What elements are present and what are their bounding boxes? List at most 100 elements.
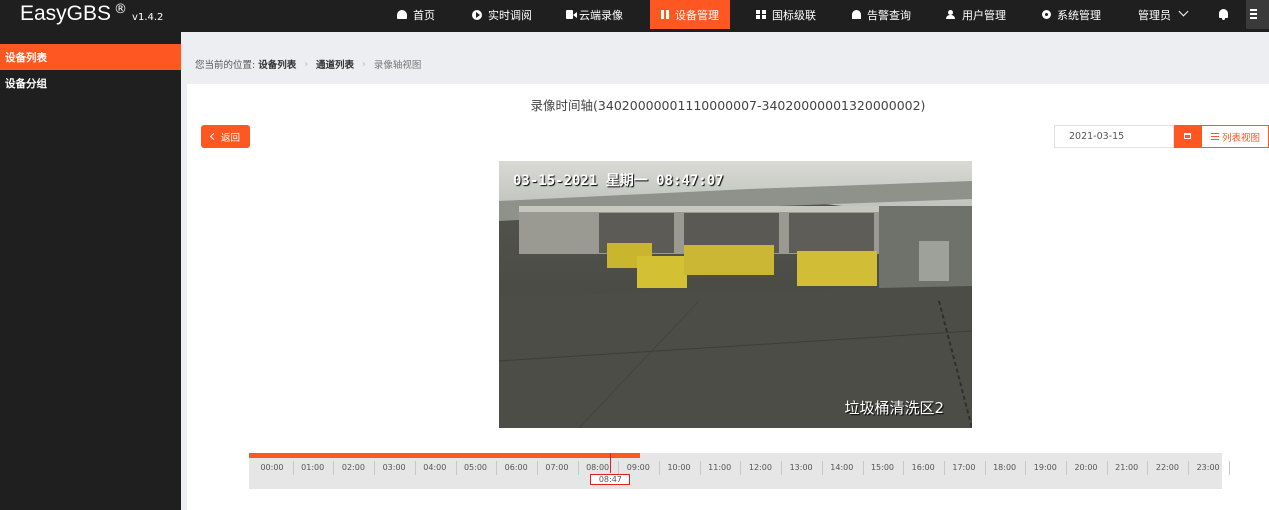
timeline-hour-tick [699, 461, 701, 475]
timeline-hour-tick [536, 461, 538, 475]
timeline-recorded-segment [249, 453, 640, 458]
timeline-hour-tick [374, 461, 376, 475]
timeline-hour-label: 02:00 [341, 463, 365, 472]
timeline-hour-tick [1106, 461, 1108, 475]
brand-logo[interactable]: EasyGBS ® v1.4.2 [20, 0, 163, 30]
timeline-hour-label: 20:00 [1074, 463, 1098, 472]
calendar-button[interactable] [1174, 125, 1201, 148]
timeline-hour-label: 01:00 [301, 463, 325, 472]
timeline-hour-tick [1025, 461, 1027, 475]
device-icon [661, 10, 669, 19]
back-button[interactable]: 返回 [201, 125, 250, 148]
timeline-hour-tick [1188, 461, 1190, 475]
timeline-hour-tick [333, 461, 335, 475]
breadcrumb-device-list[interactable]: 设备列表 [258, 57, 296, 71]
timeline-hour-tick [496, 461, 498, 475]
video-camera-icon [566, 10, 577, 19]
nav-alarm-query[interactable]: 告警查询 [852, 0, 911, 29]
date-input-value: 2021-03-15 [1069, 131, 1125, 142]
timeline-hour-label: 15:00 [870, 463, 895, 472]
timeline-playhead[interactable] [610, 453, 612, 473]
nav-gb-cascade-label: 国标级联 [772, 8, 816, 22]
breadcrumb-prefix: 您当前的位置: [195, 60, 256, 71]
alarm-icon [852, 10, 861, 19]
nav-user-management-label: 用户管理 [962, 8, 1006, 22]
timeline-hour-label: 22:00 [1155, 463, 1179, 472]
timeline-hour-tick [821, 461, 823, 475]
timeline-hour-tick [455, 461, 457, 475]
timeline-hour-label: 16:00 [911, 463, 935, 472]
nav-home-label: 首页 [413, 8, 435, 22]
cascade-icon [756, 10, 766, 19]
breadcrumb-channel-list[interactable]: 通道列表 [316, 57, 354, 71]
timeline-hour-tick [943, 461, 945, 475]
home-icon [397, 10, 407, 19]
top-navbar: EasyGBS ® v1.4.2 首页 实时调阅 云端录像 设备管理 国标级联 … [0, 0, 1269, 32]
brand-name: EasyGBS [20, 2, 112, 25]
sidebar-item-device-list[interactable]: 设备列表 [0, 44, 181, 70]
list-view-button[interactable]: 列表视图 [1201, 125, 1269, 148]
menu-toggle-button[interactable] [1246, 0, 1269, 29]
osd-location: 垃圾桶清洗区2 [844, 399, 944, 417]
breadcrumb-current: 录像轴视图 [373, 60, 422, 71]
timeline-hour-tick [903, 461, 905, 475]
nav-cloud-recording-label: 云端录像 [579, 8, 623, 22]
back-button-label: 返回 [220, 132, 240, 144]
timeline-hour-label: 06:00 [504, 463, 528, 472]
timeline-hour-tick [577, 461, 579, 475]
timeline[interactable]: 00:00 01:00 02:00 03:00 04:00 05:00 06:00 07:00… [249, 453, 1230, 489]
sidebar-item-label: 设备列表 [5, 51, 47, 64]
timeline-hour-tick [414, 461, 416, 475]
timeline-hour-label: 09:00 [626, 463, 650, 472]
list-icon [1211, 133, 1219, 140]
breadcrumb-separator: › [304, 58, 309, 70]
timeline-hour-label: 18:00 [993, 463, 1017, 472]
timeline-hour-label: 07:00 [545, 463, 569, 472]
play-circle-icon [472, 9, 482, 20]
timeline-hour-label: 13:00 [789, 463, 813, 472]
timeline-hour-tick [618, 461, 620, 475]
gear-icon [1042, 10, 1051, 19]
sidebar: 设备列表 设备分组 [0, 32, 181, 510]
timeline-hour-label: 14:00 [830, 463, 854, 472]
timeline-hour-label: 17:00 [952, 463, 976, 472]
timeline-hour-tick [781, 461, 783, 475]
timeline-hour-label: 11:00 [708, 463, 732, 472]
timeline-hour-tick [984, 461, 986, 475]
video-frame [499, 161, 972, 428]
sidebar-item-label: 设备分组 [5, 77, 47, 90]
nav-user-management[interactable]: 用户管理 [946, 0, 1006, 29]
timeline-hour-label: 03:00 [382, 463, 406, 472]
timeline-hour-label: 00:00 [260, 463, 284, 472]
timeline-hour-label: 05:00 [463, 463, 488, 472]
nav-system-management[interactable]: 系统管理 [1042, 0, 1101, 29]
nav-live-view[interactable]: 实时调阅 [472, 0, 532, 29]
timeline-hour-label: 04:00 [423, 463, 447, 472]
timeline-hour-tick [1228, 461, 1230, 475]
user-menu[interactable]: 管理员 [1138, 0, 1189, 29]
nav-device-management[interactable]: 设备管理 [650, 0, 730, 29]
sidebar-item-device-group[interactable]: 设备分组 [0, 70, 181, 96]
timeline-hour-label: 19:00 [1033, 463, 1057, 472]
user-name: 管理员 [1138, 8, 1171, 22]
timeline-hour-label: 21:00 [1115, 463, 1139, 472]
page-title: 录像时间轴(34020000001110000007-3402000000132… [530, 98, 926, 113]
date-input[interactable]: 2021-03-15 [1054, 125, 1174, 148]
osd-timestamp: 03-15-2021 星期一 08:47:07 [513, 173, 724, 189]
timeline-hour-label: 10:00 [667, 463, 691, 472]
nav-cloud-recording[interactable]: 云端录像 [566, 0, 623, 29]
bell-icon[interactable] [1219, 9, 1228, 20]
timeline-hour-tick [292, 461, 294, 475]
nav-home[interactable]: 首页 [397, 0, 435, 29]
timeline-hour-label: 12:00 [748, 463, 772, 472]
timeline-hour-tick [659, 461, 660, 475]
timeline-hour-label: 08:00 [586, 463, 610, 472]
user-icon [946, 10, 956, 19]
chevron-left-icon [209, 132, 218, 141]
video-player[interactable]: 03-15-2021 星期一 08:47:07 垃圾桶清洗区2 [499, 161, 972, 428]
timeline-hour-label: 23:00 [1196, 463, 1220, 472]
breadcrumb-separator: › [362, 58, 366, 70]
nav-device-management-label: 设备管理 [675, 8, 719, 22]
nav-gb-cascade[interactable]: 国标级联 [756, 0, 816, 29]
breadcrumb: 您当前的位置: 设备列表 › 通道列表 › 录像轴视图 [195, 57, 422, 72]
